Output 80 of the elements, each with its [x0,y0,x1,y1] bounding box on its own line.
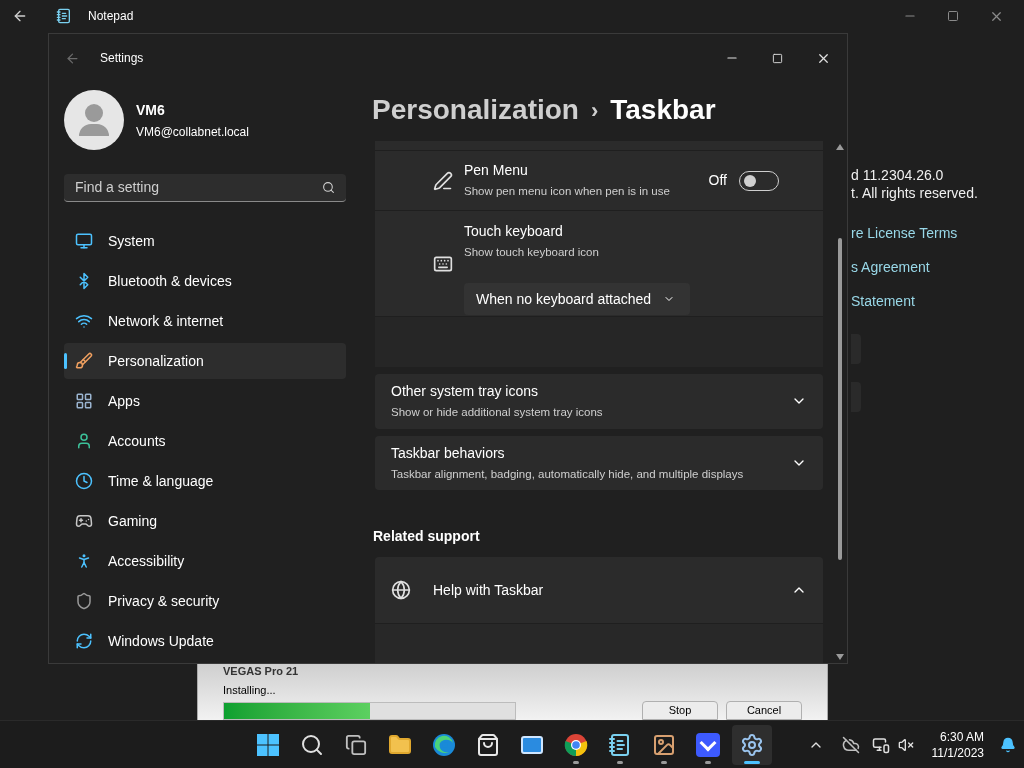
user-name: VM6 [136,100,166,120]
running-indicator [573,760,579,764]
clock[interactable]: 6:30 AM 11/1/2023 [931,728,984,761]
setting-description: Show or hide additional system tray icons [391,405,603,421]
search-icon [322,181,335,194]
globe-icon [391,580,411,600]
expander-card[interactable]: Taskbar behaviors Taskbar alignment, badging, automatically hide, and multiple displays [375,435,823,490]
dropdown[interactable]: When no keyboard attached [464,283,690,316]
network-icon[interactable] [871,735,890,754]
link[interactable]: Statement [851,284,915,318]
cloud-off-icon[interactable] [841,735,860,754]
apps-icon [75,392,93,410]
running-indicator [661,760,667,764]
back-icon[interactable] [12,8,28,24]
dialog-button[interactable]: Stop [642,701,718,720]
user-email: VM6@collabnet.local [136,123,249,141]
nav-item[interactable]: Apps [64,383,346,419]
nav-item[interactable]: Bluetooth & devices [64,263,346,299]
about-text: d 11.2304.26.0 [851,166,944,184]
gear-icon [740,732,764,757]
running-indicator [705,760,711,764]
window-title: Notepad [88,8,134,25]
expander-card[interactable]: Other system tray icons Show or hide additional system tray icons [375,374,823,429]
picture-app-icon [652,732,676,757]
status-text: Installing... [223,684,277,697]
person-icon [75,432,93,450]
notepad-icon [608,732,632,757]
update-icon [75,632,93,650]
setting-title: Touch keyboard [464,222,564,241]
shield-icon [75,592,93,610]
breadcrumb-parent[interactable]: Personalization [372,89,579,131]
search-field[interactable]: Find a setting [64,174,346,202]
window-title: Settings [100,50,144,67]
link[interactable]: s Agreement [851,250,930,284]
installer-title: VEGAS Pro 21 [223,665,300,678]
nav-item[interactable]: Time & language [64,463,346,499]
nav-item[interactable]: Privacy & security [64,583,346,619]
chrome-icon [564,732,588,757]
setting-title: Taskbar behaviors [391,443,506,463]
setting-description: Taskbar alignment, badging, automatically hide, and multiple displays [391,466,744,482]
nav-item[interactable]: Accounts [64,423,346,459]
maximize-icon[interactable] [947,10,959,22]
nav-item[interactable]: Network & internet [64,303,346,339]
brush-icon [75,352,93,370]
help-card[interactable]: Help with Taskbar [375,557,823,663]
nav-item[interactable]: Windows Update [64,623,346,659]
running-indicator [617,760,623,764]
section-heading: Related support [373,527,481,546]
setting-description: Show pen menu icon when pen is in use [464,184,670,200]
setting-title: Pen Menu [464,161,529,181]
folder-icon [388,732,412,757]
nav-item[interactable]: Accessibility [64,543,346,579]
gamepad-icon [75,512,93,530]
search-icon [300,732,324,757]
notepad-icon [56,8,72,24]
selection-indicator [64,353,67,369]
running-indicator [744,760,760,764]
wifi-icon [75,312,93,330]
task-view-icon [345,733,367,756]
nav-item[interactable]: System [64,223,346,259]
edge-icon [432,732,456,757]
nav-item[interactable]: Gaming [64,503,346,539]
store-icon [476,732,500,757]
breadcrumb-separator: › [590,96,599,125]
monitor-icon [75,232,93,250]
toggle-state: Off [708,171,727,190]
mute-icon[interactable] [897,736,914,753]
nav-item[interactable]: Personalization [64,343,346,379]
setting-title: Other system tray icons [391,382,540,402]
setting-description: Show touch keyboard icon [464,245,600,260]
taskbar-button[interactable] [732,724,772,765]
link[interactable]: re License Terms [851,216,958,250]
dialog-button[interactable]: Cancel [726,701,802,720]
avatar [64,90,124,150]
search-input[interactable]: Find a setting [75,177,322,198]
notification-icon[interactable] [1000,736,1016,753]
start-icon [256,732,280,757]
about-text: t. All rights reserved. [851,184,978,202]
page-title: Taskbar [610,93,716,127]
pen-icon [433,170,453,191]
